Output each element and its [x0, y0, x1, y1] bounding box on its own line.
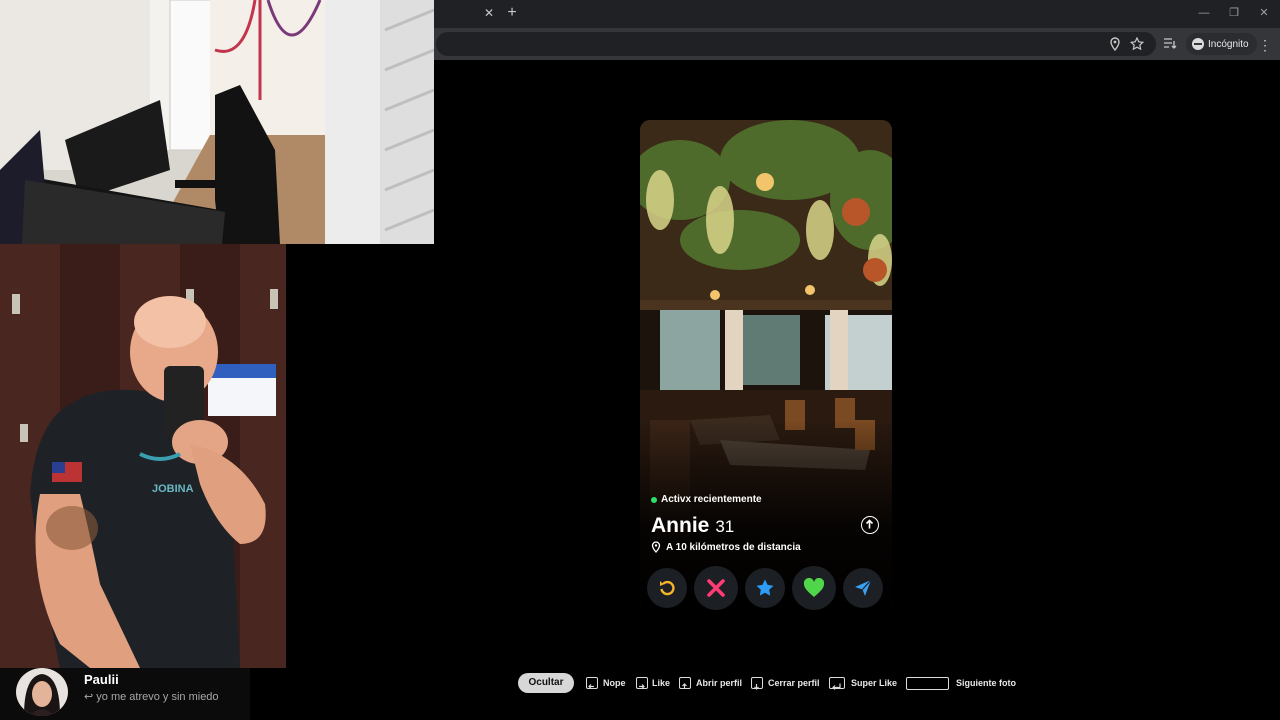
room-webcam-feed — [0, 0, 434, 244]
superlike-icon — [756, 579, 774, 596]
incognito-label: Incógnito — [1208, 38, 1249, 50]
open-profile-button[interactable] — [861, 516, 879, 534]
like-icon — [803, 578, 825, 597]
like-button[interactable] — [792, 566, 836, 610]
restore-icon[interactable]: ❐ — [1226, 6, 1242, 20]
rewind-button[interactable] — [647, 568, 687, 608]
hint-like: Like — [652, 678, 671, 688]
chat-username: Paulii — [84, 672, 119, 687]
nope-icon — [707, 579, 725, 597]
hint-nope: Nope — [603, 678, 626, 688]
profile-name-row: Annie 31 — [651, 514, 734, 538]
hint-super-like: Super Like — [851, 678, 898, 688]
superlike-button[interactable] — [745, 568, 785, 608]
nope-button[interactable] — [694, 566, 738, 610]
arrow-right-key-icon — [636, 677, 648, 689]
space-key-icon — [906, 677, 949, 690]
distance-text: A 10 kilómetros de distancia — [666, 541, 801, 553]
enter-key-icon — [829, 677, 845, 690]
shirt-text: JOBINA — [152, 483, 194, 495]
bookmark-star-icon[interactable] — [1129, 36, 1145, 53]
menu-icon[interactable]: ⋮ — [1258, 36, 1272, 54]
hide-hints-button[interactable]: Ocultar — [518, 673, 574, 693]
profile-card[interactable] — [640, 120, 892, 612]
hint-close-profile: Cerrar perfil — [768, 678, 820, 688]
boost-icon — [855, 579, 872, 596]
incognito-indicator[interactable]: Incógnito — [1186, 33, 1257, 55]
hint-open-profile: Abrir perfil — [696, 678, 743, 688]
reading-list-icon[interactable] — [1162, 37, 1178, 53]
arrow-up-key-icon — [679, 677, 691, 689]
map-pin-icon — [651, 541, 661, 553]
location-icon[interactable] — [1107, 37, 1123, 53]
boost-button[interactable] — [843, 568, 883, 608]
arrow-left-key-icon — [586, 677, 598, 689]
distance-row: A 10 kilómetros de distancia — [651, 541, 801, 553]
streamer-webcam-feed: JOBINA — [0, 244, 286, 668]
window-close-icon[interactable]: ✕ — [1256, 6, 1272, 20]
rewind-icon — [660, 580, 675, 596]
arrow-down-key-icon — [751, 677, 763, 690]
profile-age: 31 — [715, 517, 735, 536]
new-tab-plus-icon[interactable]: + — [504, 4, 520, 22]
activity-status-text: Activx recientemente — [661, 494, 762, 505]
arrow-up-icon — [865, 519, 874, 529]
active-dot-icon — [651, 496, 657, 503]
profile-name: Annie — [651, 514, 710, 537]
chat-user-avatar — [16, 668, 68, 716]
close-tab-icon[interactable]: ✕ — [482, 6, 496, 20]
chat-message-text: ↩ yo me atrevo y sin miedo — [84, 691, 219, 703]
action-button-row — [646, 566, 886, 612]
hint-next-photo: Siguiente foto — [956, 678, 1016, 688]
activity-status: Activx recientemente — [651, 494, 762, 505]
minimize-icon[interactable]: — — [1196, 6, 1212, 20]
address-bar[interactable] — [436, 32, 1156, 56]
incognito-icon — [1192, 38, 1204, 50]
